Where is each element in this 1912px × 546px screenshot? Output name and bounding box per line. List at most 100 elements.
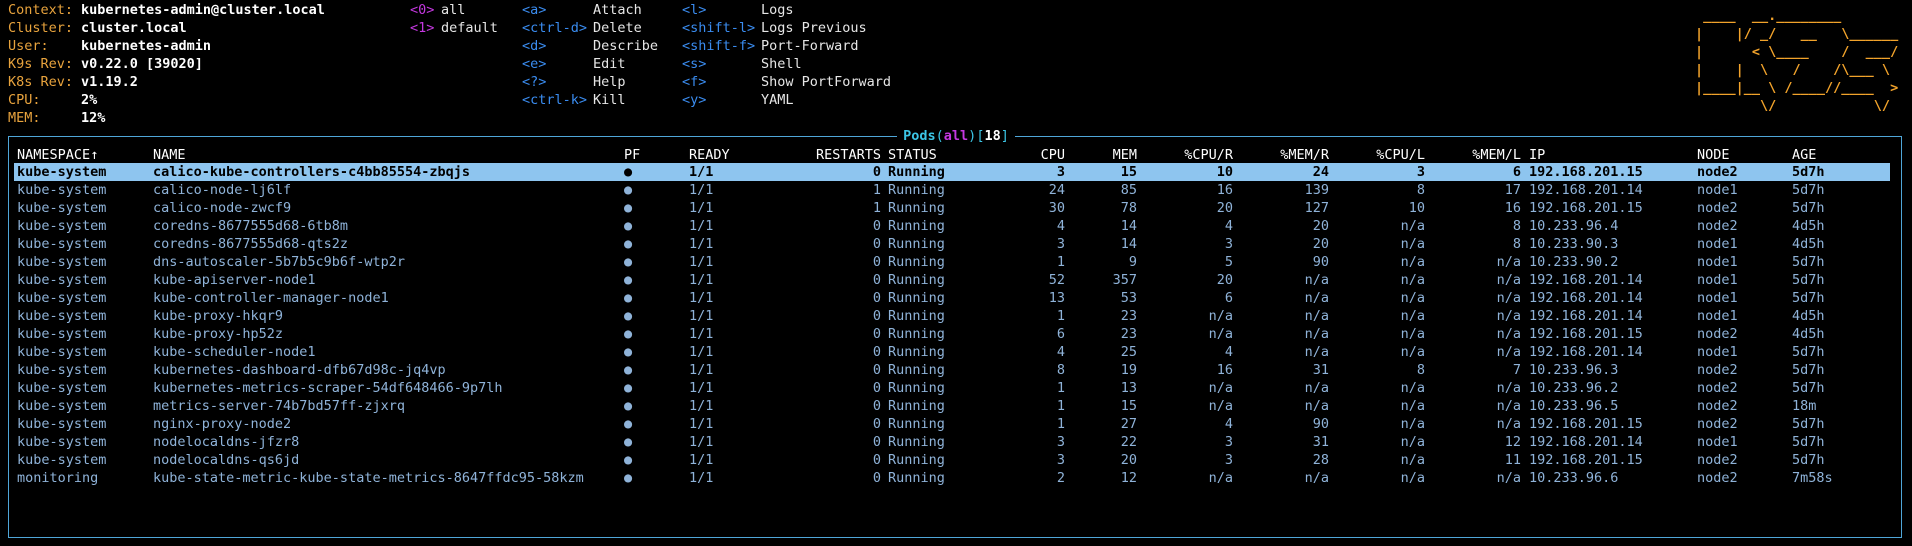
hotkey-key[interactable]: <d> bbox=[522, 37, 546, 55]
hotkey-label[interactable]: Delete bbox=[593, 19, 642, 37]
hotkey-key[interactable]: <s> bbox=[682, 55, 706, 73]
column-header-mem-req[interactable]: %MEM/R bbox=[1280, 146, 1329, 164]
column-header-age[interactable]: AGE bbox=[1792, 146, 1816, 164]
cell-mem-req: n/a bbox=[1304, 326, 1329, 342]
cell-restarts: 0 bbox=[872, 308, 881, 324]
table-row[interactable]: kube-system nginx-proxy-node2 ● 1/1 0 Running… bbox=[14, 415, 1890, 433]
cell-mem: 78 bbox=[1120, 200, 1137, 216]
cell-mem-lim: 8 bbox=[1512, 218, 1521, 234]
column-header-cpu-lim[interactable]: %CPU/L bbox=[1376, 146, 1425, 164]
cell-name: nginx-proxy-node2 bbox=[153, 416, 292, 432]
cell-status: Running bbox=[888, 416, 945, 432]
cell-cpu: 4 bbox=[1056, 218, 1065, 234]
cell-ready: 1/1 bbox=[689, 434, 714, 450]
context-value: cluster.local bbox=[81, 20, 187, 36]
table-row[interactable]: kube-system nodelocaldns-qs6jd ● 1/1 0 Runnin… bbox=[14, 451, 1890, 469]
column-header-mem-lim[interactable]: %MEM/L bbox=[1472, 146, 1521, 164]
cell-ip: 192.168.201.14 bbox=[1529, 344, 1643, 360]
cell-node: node1 bbox=[1697, 290, 1738, 306]
column-header-name[interactable]: NAME bbox=[153, 146, 186, 164]
column-header-pf[interactable]: PF bbox=[624, 146, 640, 164]
table-row[interactable]: kube-system kubernetes-metrics-scraper-54… bbox=[14, 379, 1890, 397]
namespace-key[interactable]: <0> bbox=[410, 1, 434, 19]
cell-namespace: kube-system bbox=[17, 308, 107, 324]
cell-status: Running bbox=[888, 470, 945, 486]
hotkey-key[interactable]: <l> bbox=[682, 1, 706, 19]
column-header-cpu-req[interactable]: %CPU/R bbox=[1184, 146, 1233, 164]
cell-cpu: 1 bbox=[1056, 380, 1065, 396]
hotkey-label[interactable]: Kill bbox=[593, 91, 626, 109]
hotkey-label[interactable]: Show PortForward bbox=[761, 73, 891, 91]
cell-mem: 53 bbox=[1120, 290, 1137, 306]
hotkey-key[interactable]: <e> bbox=[522, 55, 546, 73]
column-header-namespace[interactable]: NAMESPACE bbox=[17, 146, 90, 164]
cell-age: 4d5h bbox=[1792, 236, 1825, 252]
table-row[interactable]: kube-system calico-node-zwcf9 ● 1/1 1 Running… bbox=[14, 199, 1890, 217]
cell-ip: 192.168.201.14 bbox=[1529, 272, 1643, 288]
namespace-label[interactable]: all bbox=[441, 1, 465, 19]
cell-age: 5d7h bbox=[1792, 344, 1825, 360]
column-header-cpu[interactable]: CPU bbox=[1041, 146, 1065, 164]
cell-cpu-lim: n/a bbox=[1400, 272, 1425, 288]
table-row[interactable]: kube-system kube-apiserver-node1 ● 1/1 0 Runn… bbox=[14, 271, 1890, 289]
table-row[interactable]: kube-system kube-proxy-hkqr9 ● 1/1 0 Running 1… bbox=[14, 307, 1890, 325]
hotkey-key[interactable]: <ctrl-d> bbox=[522, 19, 587, 37]
namespace-key[interactable]: <1> bbox=[410, 19, 434, 37]
hotkey-label[interactable]: Attach bbox=[593, 1, 642, 19]
hotkey-label[interactable]: Describe bbox=[593, 37, 658, 55]
hotkey-label[interactable]: YAML bbox=[761, 91, 794, 109]
hotkey-key[interactable]: <a> bbox=[522, 1, 546, 19]
column-header-ready[interactable]: READY bbox=[689, 146, 730, 164]
cell-cpu-req: n/a bbox=[1208, 326, 1233, 342]
cell-age: 18m bbox=[1792, 398, 1817, 414]
hotkey-key[interactable]: <?> bbox=[522, 73, 546, 91]
cell-restarts: 0 bbox=[872, 452, 881, 468]
cell-namespace: kube-system bbox=[17, 164, 107, 180]
table-row[interactable]: kube-system kube-proxy-hp52z ● 1/1 0 Running 6… bbox=[14, 325, 1890, 343]
hotkey-key[interactable]: <shift-l> bbox=[682, 19, 755, 37]
table-row[interactable]: kube-system calico-node-lj6lf ● 1/1 1 Running… bbox=[14, 181, 1890, 199]
hotkey-label[interactable]: Logs bbox=[761, 1, 794, 19]
hotkey-label[interactable]: Shell bbox=[761, 55, 802, 73]
cell-cpu-lim: n/a bbox=[1400, 308, 1425, 324]
cell-status: Running bbox=[888, 290, 945, 306]
table-row[interactable]: kube-system coredns-8677555d68-6tb8m ● 1/1 0… bbox=[14, 217, 1890, 235]
cell-cpu-req: 20 bbox=[1216, 272, 1233, 288]
table-row[interactable]: kube-system coredns-8677555d68-qts2z ● 1/1 0… bbox=[14, 235, 1890, 253]
cell-ip: 10.233.96.4 bbox=[1529, 218, 1619, 234]
hotkey-label[interactable]: Logs Previous bbox=[761, 19, 867, 37]
cell-ip: 10.233.90.3 bbox=[1529, 236, 1619, 252]
table-row[interactable]: kube-system nodelocaldns-jfzr8 ● 1/1 0 Runnin… bbox=[14, 433, 1890, 451]
cell-pf: ● bbox=[624, 398, 633, 414]
context-label: Cluster: bbox=[8, 20, 74, 36]
column-header-mem[interactable]: MEM bbox=[1113, 146, 1137, 164]
table-row[interactable]: kube-system kube-scheduler-node1 ● 1/1 0 Runn… bbox=[14, 343, 1890, 361]
hotkey-key[interactable]: <f> bbox=[682, 73, 706, 91]
hotkey-label[interactable]: Edit bbox=[593, 55, 626, 73]
table-row[interactable]: kube-system kubernetes-dashboard-dfb67d98… bbox=[14, 361, 1890, 379]
hotkey-key[interactable]: <shift-f> bbox=[682, 37, 755, 55]
column-header-ip[interactable]: IP bbox=[1529, 146, 1545, 164]
cell-namespace: kube-system bbox=[17, 218, 107, 234]
cell-ip: 192.168.201.15 bbox=[1529, 416, 1643, 432]
table-row[interactable]: monitoring kube-state-metric-kube-state-m… bbox=[14, 469, 1890, 487]
namespace-label[interactable]: default bbox=[441, 19, 498, 37]
column-header-status[interactable]: STATUS bbox=[888, 146, 937, 164]
column-header-node[interactable]: NODE bbox=[1697, 146, 1730, 164]
hotkey-key[interactable]: <ctrl-k> bbox=[522, 91, 587, 109]
hotkey-key[interactable]: <y> bbox=[682, 91, 706, 109]
cell-node: node2 bbox=[1697, 398, 1738, 414]
table-row[interactable]: kube-system metrics-server-74b7bd57ff-zjx… bbox=[14, 397, 1890, 415]
hotkey-label[interactable]: Help bbox=[593, 73, 626, 91]
table-row[interactable]: kube-system calico-kube-controllers-c4bb8… bbox=[14, 163, 1890, 181]
context-label: MEM: bbox=[8, 110, 41, 126]
cell-namespace: kube-system bbox=[17, 182, 107, 198]
column-header-restarts[interactable]: RESTARTS bbox=[816, 146, 881, 164]
hotkey-label[interactable]: Port-Forward bbox=[761, 37, 859, 55]
table-row[interactable]: kube-system kube-controller-manager-node1… bbox=[14, 289, 1890, 307]
table-row[interactable]: kube-system dns-autoscaler-5b7b5c9b6f-wtp… bbox=[14, 253, 1890, 271]
cell-name: nodelocaldns-jfzr8 bbox=[153, 434, 300, 450]
context-value: v0.22.0 [39020] bbox=[81, 56, 203, 72]
cell-name: kube-proxy-hkqr9 bbox=[153, 308, 284, 324]
cell-mem-lim: 11 bbox=[1504, 452, 1521, 468]
